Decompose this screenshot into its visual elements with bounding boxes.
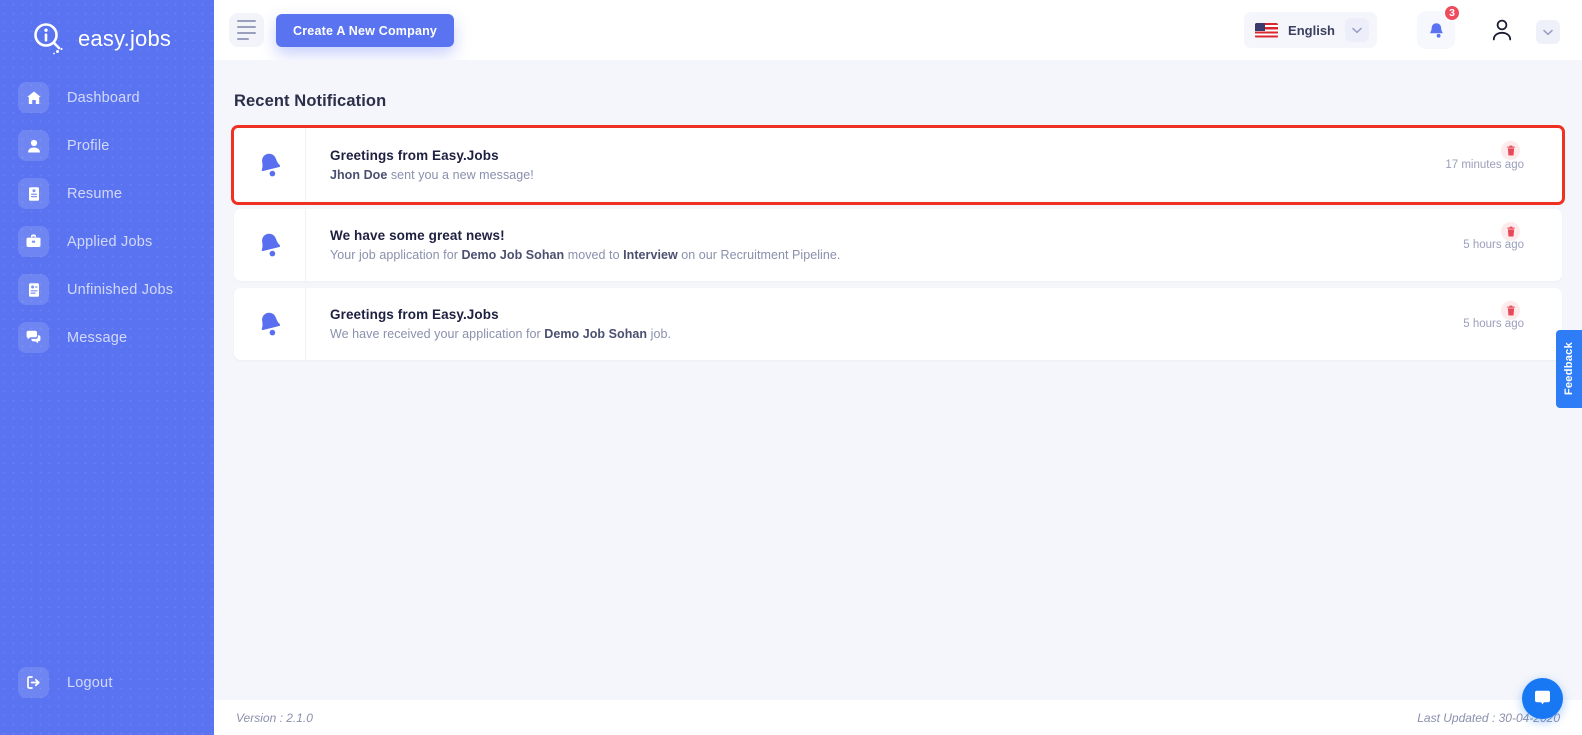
notification-title: Greetings from Easy.Jobs — [330, 148, 1445, 163]
feedback-label: Feedback — [1563, 342, 1575, 395]
user-avatar-icon — [1489, 17, 1515, 43]
sidebar-item-logout[interactable]: Logout — [0, 659, 214, 706]
feedback-tab[interactable]: Feedback — [1556, 330, 1582, 408]
notification-row[interactable]: Greetings from Easy.Jobs We have receive… — [234, 288, 1562, 360]
page-title: Recent Notification — [234, 92, 1582, 111]
resume-document-icon — [18, 178, 49, 209]
home-icon — [18, 82, 49, 113]
sidebar-item-label: Profile — [67, 138, 110, 154]
notification-sub-strong: Demo Job Sohan — [461, 248, 564, 262]
footer: Version : 2.1.0 Last Updated : 30-04-202… — [214, 700, 1582, 735]
notification-subtitle: We have received your application for De… — [330, 327, 1463, 341]
sidebar-nav: Dashboard Profile Resume — [0, 74, 214, 361]
notification-sub-strong: Jhon Doe — [330, 168, 387, 182]
account-chevron-down-icon[interactable] — [1536, 20, 1560, 44]
us-flag-icon — [1255, 23, 1278, 38]
sidebar-item-profile[interactable]: Profile — [0, 122, 214, 169]
delete-notification-button[interactable] — [1501, 222, 1520, 241]
notification-subtitle: Jhon Doe sent you a new message! — [330, 168, 1445, 182]
notification-list: Greetings from Easy.Jobs Jhon Doe sent y… — [214, 128, 1582, 360]
notification-time: 17 minutes ago — [1445, 159, 1562, 171]
notification-sub-rest: moved to — [564, 248, 623, 262]
delete-notification-button[interactable] — [1501, 301, 1520, 320]
user-icon — [18, 130, 49, 161]
notification-text: Greetings from Easy.Jobs We have receive… — [306, 288, 1463, 360]
notifications-button[interactable]: 3 — [1417, 11, 1455, 49]
bell-icon — [234, 128, 306, 202]
sidebar-item-label: Resume — [67, 186, 122, 202]
bell-icon — [234, 288, 306, 360]
trash-icon — [1506, 226, 1516, 237]
sidebar-item-label: Applied Jobs — [67, 234, 152, 250]
bell-icon — [234, 209, 306, 281]
notification-count-badge: 3 — [1443, 4, 1461, 22]
notification-sub-rest: job. — [647, 327, 671, 341]
notification-sub-strong: Demo Job Sohan — [544, 327, 647, 341]
id-card-icon — [18, 274, 49, 305]
notification-title: Greetings from Easy.Jobs — [330, 307, 1463, 322]
main-content: Recent Notification Greetings from Easy.… — [214, 60, 1582, 700]
sidebar-item-label: Logout — [67, 675, 113, 691]
notification-row[interactable]: We have some great news! Your job applic… — [234, 209, 1562, 281]
chevron-down-icon[interactable] — [1345, 18, 1369, 42]
notification-subtitle: Your job application for Demo Job Sohan … — [330, 248, 1463, 262]
bell-icon — [1427, 21, 1446, 40]
delete-notification-button[interactable] — [1501, 141, 1520, 160]
topbar: Create A New Company English 3 — [214, 0, 1582, 60]
notification-sub-pre: Your job application for — [330, 248, 461, 262]
sidebar-item-applied-jobs[interactable]: Applied Jobs — [0, 218, 214, 265]
sidebar-item-resume[interactable]: Resume — [0, 170, 214, 217]
notification-sub-rest: on our Recruitment Pipeline. — [678, 248, 841, 262]
language-selector[interactable]: English — [1244, 12, 1377, 48]
messenger-chat-icon — [1532, 688, 1553, 709]
sidebar-item-label: Dashboard — [67, 90, 140, 106]
sidebar-item-message[interactable]: Message — [0, 314, 214, 361]
version-text: Version : 2.1.0 — [236, 711, 313, 725]
notification-time: 5 hours ago — [1463, 239, 1562, 251]
hamburger-icon[interactable] — [229, 13, 264, 47]
notification-sub-strong: Interview — [623, 248, 678, 262]
notification-row[interactable]: Greetings from Easy.Jobs Jhon Doe sent y… — [234, 128, 1562, 202]
chat-bubbles-icon — [18, 322, 49, 353]
sidebar-item-unfinished-jobs[interactable]: Unfinished Jobs — [0, 266, 214, 313]
brand-logo[interactable]: easy.jobs — [0, 0, 214, 64]
sidebar-item-label: Unfinished Jobs — [67, 282, 173, 298]
notification-sub-rest: sent you a new message! — [387, 168, 533, 182]
briefcase-icon — [18, 226, 49, 257]
brand-name: easy.jobs — [78, 26, 171, 52]
trash-icon — [1506, 305, 1516, 316]
notification-time: 5 hours ago — [1463, 318, 1562, 330]
sidebar-item-label: Message — [67, 330, 127, 346]
create-a-new-company-button[interactable]: Create A New Company — [276, 14, 454, 47]
notification-text: We have some great news! Your job applic… — [306, 209, 1463, 281]
notification-title: We have some great news! — [330, 228, 1463, 243]
notification-sub-pre: We have received your application for — [330, 327, 544, 341]
sidebar: easy.jobs Dashboard Profile — [0, 0, 214, 735]
account-avatar-button[interactable] — [1484, 12, 1520, 48]
notification-text: Greetings from Easy.Jobs Jhon Doe sent y… — [306, 128, 1445, 202]
trash-icon — [1506, 145, 1516, 156]
magnifier-info-logo-icon — [30, 20, 68, 58]
language-value: English — [1288, 23, 1335, 38]
sidebar-item-dashboard[interactable]: Dashboard — [0, 74, 214, 121]
logout-icon — [18, 667, 49, 698]
chat-widget-button[interactable] — [1522, 678, 1563, 719]
